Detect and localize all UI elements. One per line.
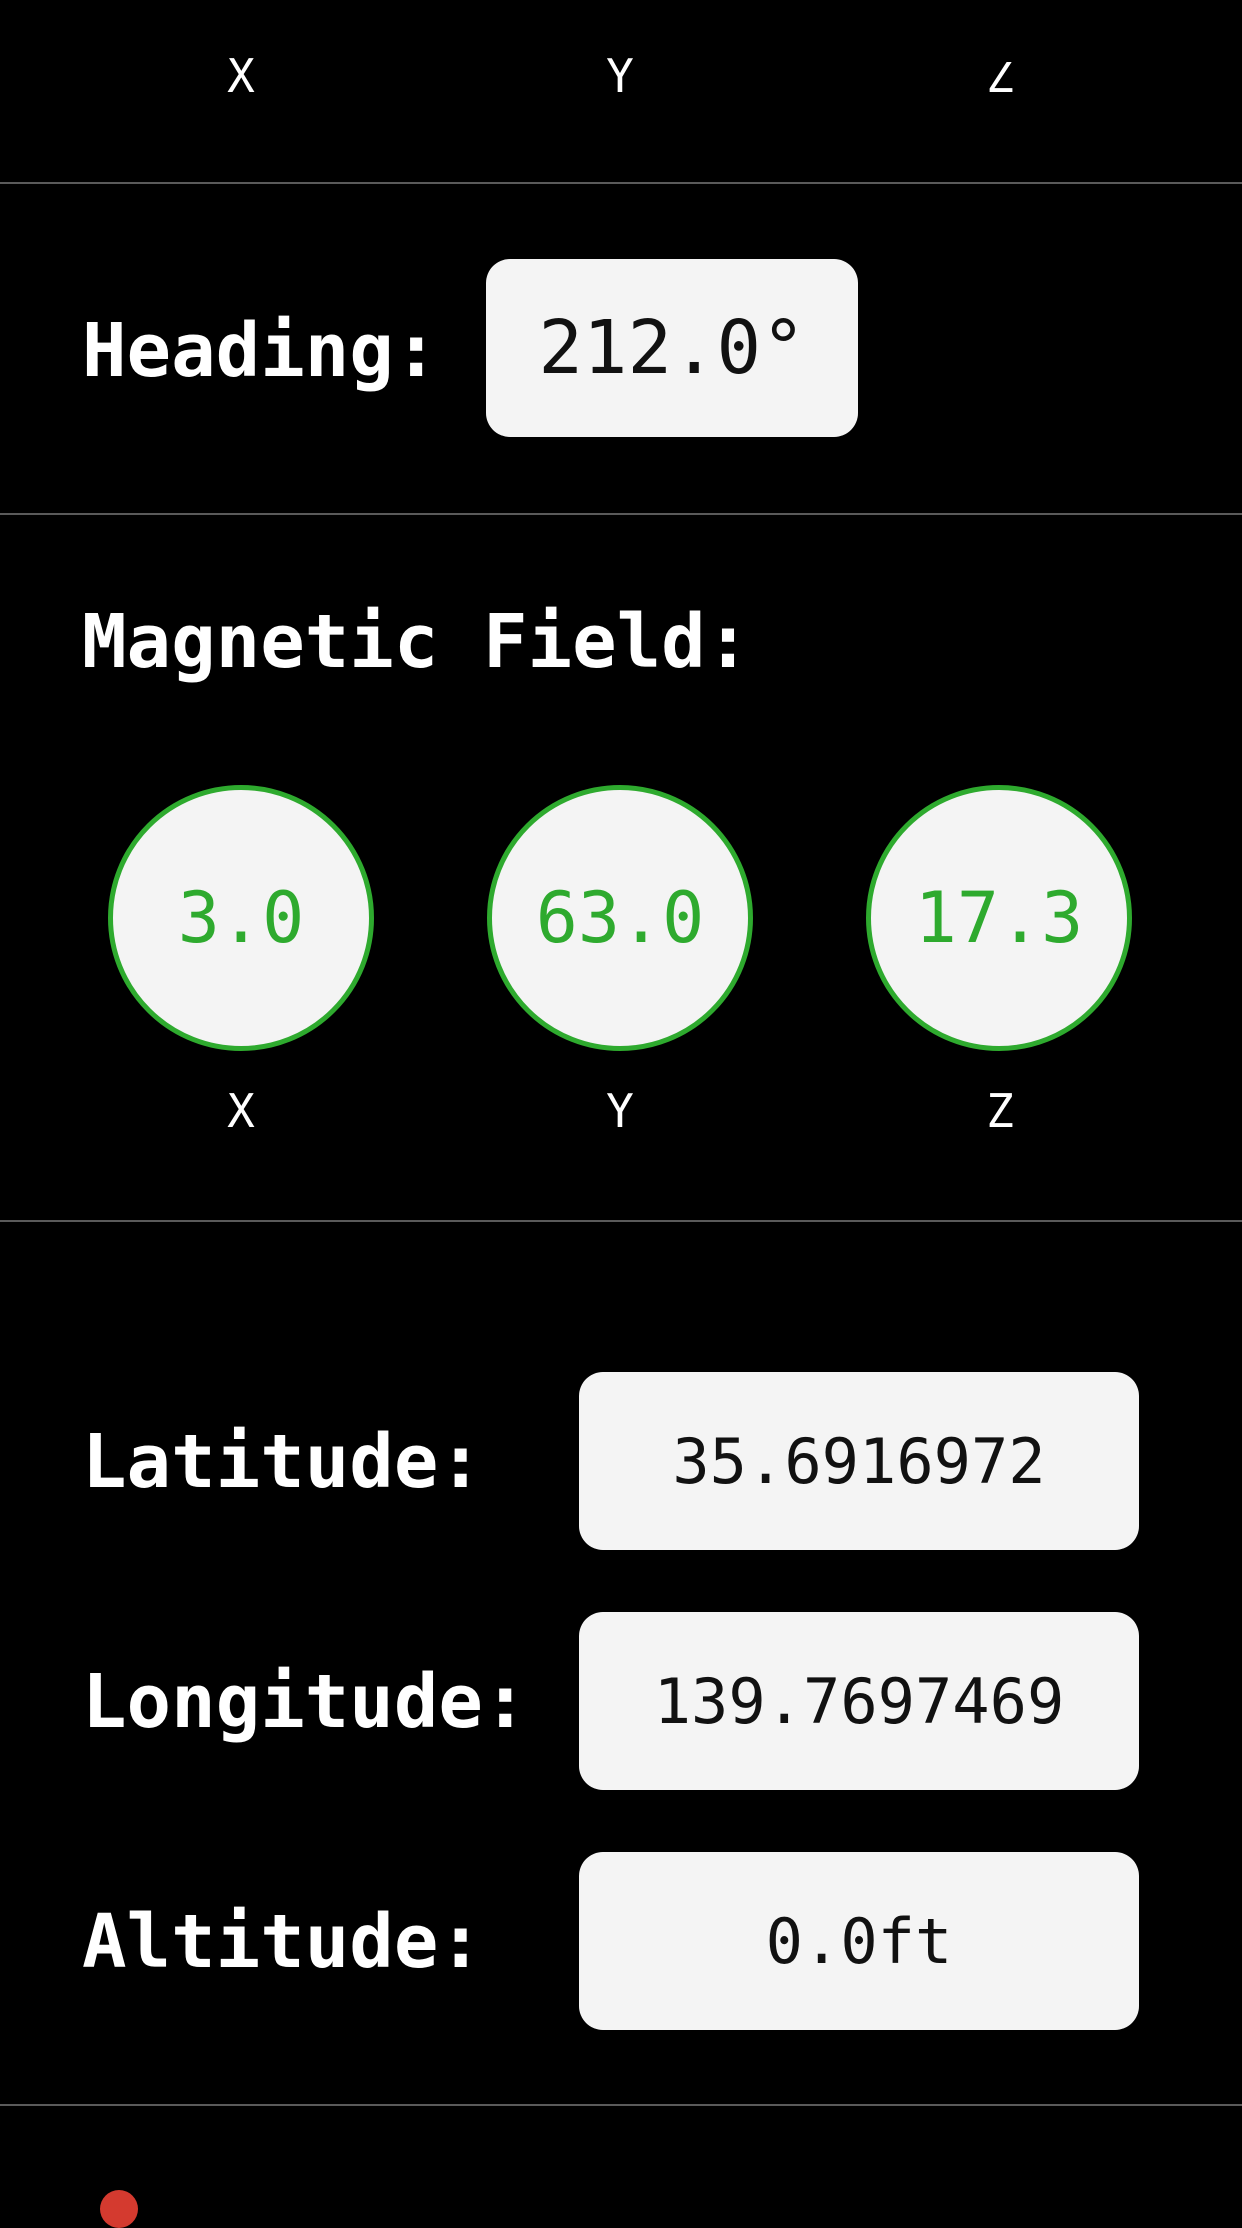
altitude-label: Altitude: xyxy=(82,1899,483,1985)
magnetic-x-label: X xyxy=(227,1084,255,1138)
magnetic-x-gauge: 3.0 xyxy=(108,785,374,1051)
magnetic-z-gauge: 17.3 xyxy=(866,785,1132,1051)
latitude-label: Latitude: xyxy=(82,1419,483,1505)
magnetic-y-value: 63.0 xyxy=(535,877,705,959)
location-section: Latitude: 35.6916972 Longitude: 139.7697… xyxy=(0,1222,1242,2104)
magnetic-z-label: Z xyxy=(986,1084,1014,1138)
bottom-partial-row xyxy=(0,2106,1242,2228)
latitude-value: 35.6916972 xyxy=(579,1372,1139,1550)
magnetic-field-section: Magnetic Field: 3.0 63.0 17.3 X Y Z xyxy=(0,515,1242,1220)
magnetic-field-title: Magnetic Field: xyxy=(82,599,751,685)
top-axis-row: X Y Z xyxy=(0,0,1242,183)
magnetic-z-value: 17.3 xyxy=(914,877,1084,959)
magnetic-x-value: 3.0 xyxy=(177,877,305,959)
location-pin-icon xyxy=(100,2190,138,2228)
magnetic-y-gauge: 63.0 xyxy=(487,785,753,1051)
longitude-label: Longitude: xyxy=(82,1659,528,1745)
altitude-value: 0.0ft xyxy=(579,1852,1139,2030)
top-axis-z-label: Z xyxy=(986,49,1014,103)
magnetic-y-label: Y xyxy=(606,1084,634,1138)
top-axis-x-label: X xyxy=(227,49,255,103)
longitude-value: 139.7697469 xyxy=(579,1612,1139,1790)
top-axis-y-label: Y xyxy=(606,49,634,103)
heading-label: Heading: xyxy=(82,308,439,394)
heading-value: 212.0° xyxy=(486,259,858,437)
heading-section: Heading: 212.0° xyxy=(0,184,1242,513)
